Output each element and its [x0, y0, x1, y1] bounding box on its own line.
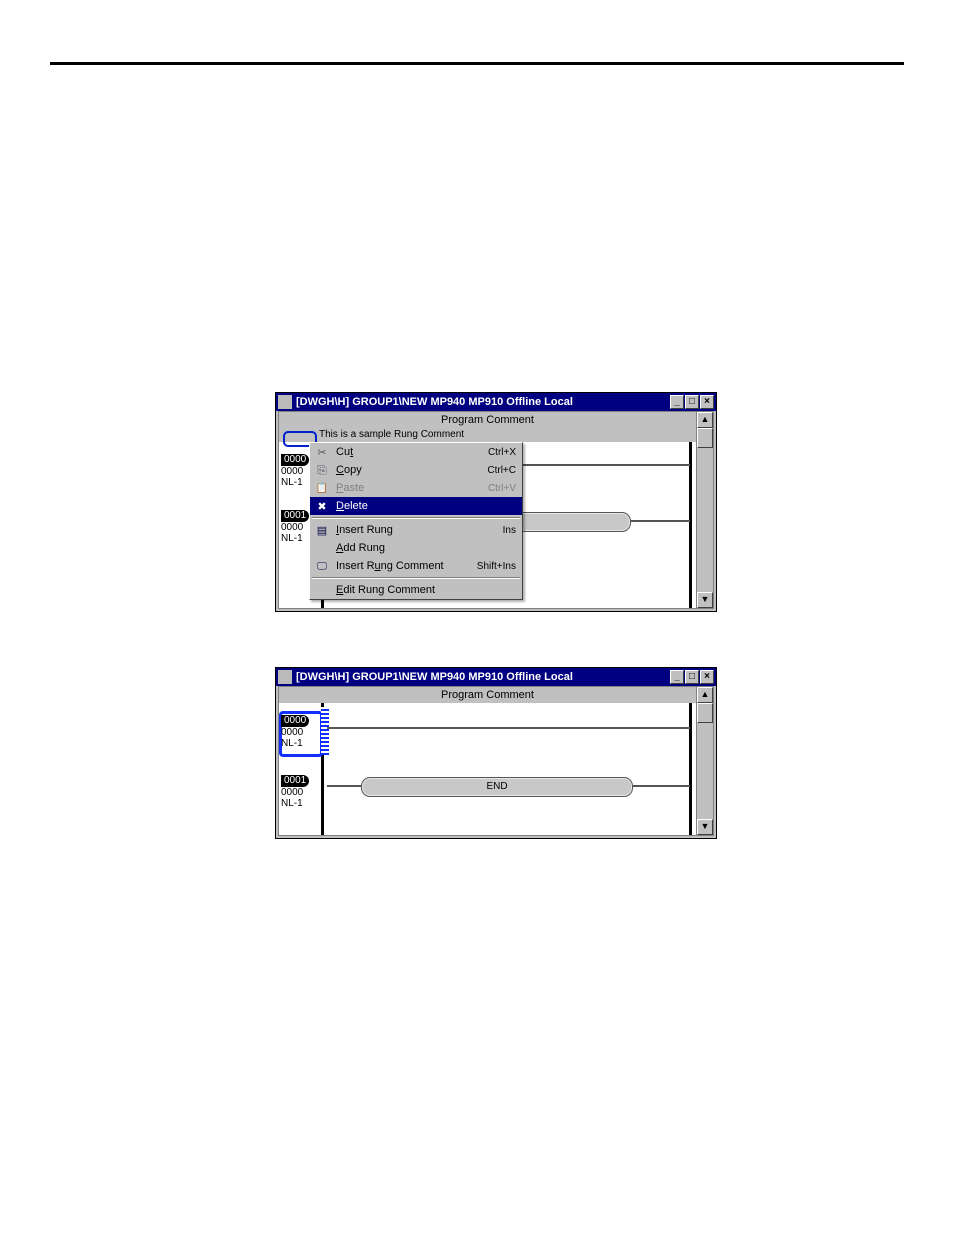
menu-label: Cut — [336, 446, 464, 458]
insert-rung-icon — [314, 523, 330, 537]
rung-selection-hatch — [321, 707, 329, 755]
scroll-up-button[interactable]: ▲ — [697, 412, 713, 428]
rung-comment-bar[interactable]: This is a sample Rung Comment — [279, 428, 696, 442]
end-instruction-block[interactable] — [509, 512, 631, 532]
rung-nest: NL-1 — [281, 738, 303, 749]
blank-icon — [314, 583, 330, 597]
menu-label: Insert Rung — [336, 524, 464, 536]
window-icon — [278, 395, 292, 409]
rung-step: 0000 — [281, 787, 303, 798]
rung-badge: 0001 — [281, 510, 309, 522]
window-title: [DWGH\H] GROUP1\NEW MP940 MP910 Offline … — [296, 671, 573, 683]
menu-item-edit-rung-comment[interactable]: Edit Rung Comment — [310, 581, 522, 599]
maximize-button[interactable]: □ — [685, 670, 699, 684]
menu-separator — [312, 577, 520, 579]
rung-step: 0000 — [281, 466, 303, 477]
menu-label: Insert Rung Comment — [336, 560, 464, 572]
scroll-down-button[interactable]: ▼ — [697, 592, 713, 608]
page-rule — [50, 62, 904, 65]
titlebar[interactable]: [DWGH\H] GROUP1\NEW MP940 MP910 Offline … — [276, 393, 716, 411]
rung-wire[interactable] — [633, 785, 690, 787]
menu-label: Paste — [336, 482, 464, 494]
menu-shortcut: Ctrl+C — [464, 465, 516, 476]
menu-shortcut: Ins — [464, 525, 516, 536]
rung-badge: 0000 — [281, 715, 309, 727]
menu-separator — [312, 517, 520, 519]
menu-label: Add Rung — [336, 542, 464, 554]
context-menu: Cut Ctrl+X Copy Ctrl+C Paste Ctrl+V — [309, 442, 523, 600]
rung-step: 0000 — [281, 727, 303, 738]
menu-item-delete[interactable]: Delete — [310, 497, 522, 515]
comment-icon — [314, 559, 330, 573]
vertical-scrollbar[interactable]: ▲ ▼ — [696, 412, 713, 608]
rung-comment-text: This is a sample Rung Comment — [319, 429, 464, 440]
ladder-canvas[interactable]: Program Comment 0000 0000 NL-1 0001 0000… — [279, 687, 696, 835]
scroll-thumb[interactable] — [697, 428, 713, 448]
rung-wire[interactable] — [327, 727, 690, 729]
scroll-down-button[interactable]: ▼ — [697, 819, 713, 835]
ladder-canvas[interactable]: Program Comment This is a sample Rung Co… — [279, 412, 696, 608]
ladder-window-2: [DWGH\H] GROUP1\NEW MP940 MP910 Offline … — [275, 667, 717, 839]
maximize-button[interactable]: □ — [685, 395, 699, 409]
paste-icon — [314, 481, 330, 495]
menu-item-add-rung[interactable]: Add Rung — [310, 539, 522, 557]
menu-label: Edit Rung Comment — [336, 584, 464, 596]
rung-label: 0001 0000 NL-1 — [281, 775, 315, 809]
menu-shortcut: Shift+Ins — [464, 561, 516, 572]
right-power-rail — [689, 703, 692, 835]
end-instruction-block[interactable]: END — [361, 777, 633, 797]
scissors-icon — [314, 445, 330, 459]
titlebar[interactable]: [DWGH\H] GROUP1\NEW MP940 MP910 Offline … — [276, 668, 716, 686]
menu-shortcut: Ctrl+V — [464, 483, 516, 494]
program-comment-bar[interactable]: Program Comment — [279, 412, 696, 428]
rung-step: 0000 — [281, 522, 303, 533]
minimize-button[interactable]: _ — [670, 670, 684, 684]
right-power-rail — [689, 442, 692, 608]
window-icon — [278, 670, 292, 684]
ladder-window-1: [DWGH\H] GROUP1\NEW MP940 MP910 Offline … — [275, 392, 717, 612]
minimize-button[interactable]: _ — [670, 395, 684, 409]
menu-label: Copy — [336, 464, 464, 476]
menu-item-insert-rung-comment[interactable]: Insert Rung Comment Shift+Ins — [310, 557, 522, 575]
copy-icon — [314, 463, 330, 477]
menu-item-paste: Paste Ctrl+V — [310, 479, 522, 497]
rung-nest: NL-1 — [281, 798, 303, 809]
menu-shortcut: Ctrl+X — [464, 447, 516, 458]
rung-wire[interactable] — [631, 520, 690, 522]
program-comment-bar[interactable]: Program Comment — [279, 687, 696, 703]
menu-item-insert-rung[interactable]: Insert Rung Ins — [310, 521, 522, 539]
scroll-thumb[interactable] — [697, 703, 713, 723]
close-button[interactable]: × — [700, 395, 714, 409]
rung-nest: NL-1 — [281, 533, 303, 544]
blank-icon — [314, 541, 330, 555]
menu-item-cut[interactable]: Cut Ctrl+X — [310, 443, 522, 461]
menu-item-copy[interactable]: Copy Ctrl+C — [310, 461, 522, 479]
menu-label: Delete — [336, 500, 464, 512]
window-title: [DWGH\H] GROUP1\NEW MP940 MP910 Offline … — [296, 396, 573, 408]
delete-icon — [314, 499, 330, 513]
rung-label: 0000 0000 NL-1 — [281, 715, 315, 749]
rung-nest: NL-1 — [281, 477, 303, 488]
close-button[interactable]: × — [700, 670, 714, 684]
scroll-up-button[interactable]: ▲ — [697, 687, 713, 703]
rung-badge: 0000 — [281, 454, 309, 466]
rung-badge: 0001 — [281, 775, 309, 787]
vertical-scrollbar[interactable]: ▲ ▼ — [696, 687, 713, 835]
